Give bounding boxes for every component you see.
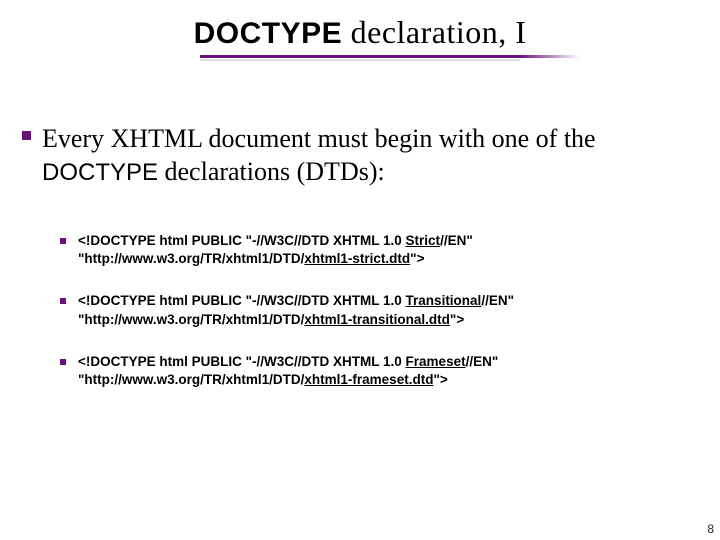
sublist: <!DOCTYPE html PUBLIC "-//W3C//DTD XHTML… [78,232,688,413]
page-number: 8 [707,522,714,536]
main-suffix: declarations (DTDs): [158,157,385,186]
title-doctype-word: DOCTYPE [194,17,343,50]
list-item: <!DOCTYPE html PUBLIC "-//W3C//DTD XHTML… [78,232,688,268]
title-underline [200,55,520,63]
title-rest: declaration, I [342,14,526,50]
title-wrap: DOCTYPE declaration, I [0,14,720,63]
code-line-1: <!DOCTYPE html PUBLIC "-//W3C//DTD XHTML… [78,353,688,371]
bullet-icon [60,359,66,365]
list-item: <!DOCTYPE html PUBLIC "-//W3C//DTD XHTML… [78,292,688,328]
bullet-icon [60,298,66,304]
code-line-2: "http://www.w3.org/TR/xhtml1/DTD/xhtml1-… [78,250,688,268]
main-text: Every XHTML document must begin with one… [42,122,682,189]
main-doctype-word: DOCTYPE [42,159,158,186]
bullet-icon [60,238,66,244]
code-line-2: "http://www.w3.org/TR/xhtml1/DTD/xhtml1-… [78,311,688,329]
code-line-2: "http://www.w3.org/TR/xhtml1/DTD/xhtml1-… [78,371,688,389]
code-line-1: <!DOCTYPE html PUBLIC "-//W3C//DTD XHTML… [78,292,688,310]
slide-title: DOCTYPE declaration, I [194,14,527,51]
code-line-1: <!DOCTYPE html PUBLIC "-//W3C//DTD XHTML… [78,232,688,250]
bullet-icon [22,131,31,140]
slide: DOCTYPE declaration, I Every XHTML docum… [0,0,720,540]
main-prefix: Every XHTML document must begin with one… [42,124,596,153]
list-item: <!DOCTYPE html PUBLIC "-//W3C//DTD XHTML… [78,353,688,389]
